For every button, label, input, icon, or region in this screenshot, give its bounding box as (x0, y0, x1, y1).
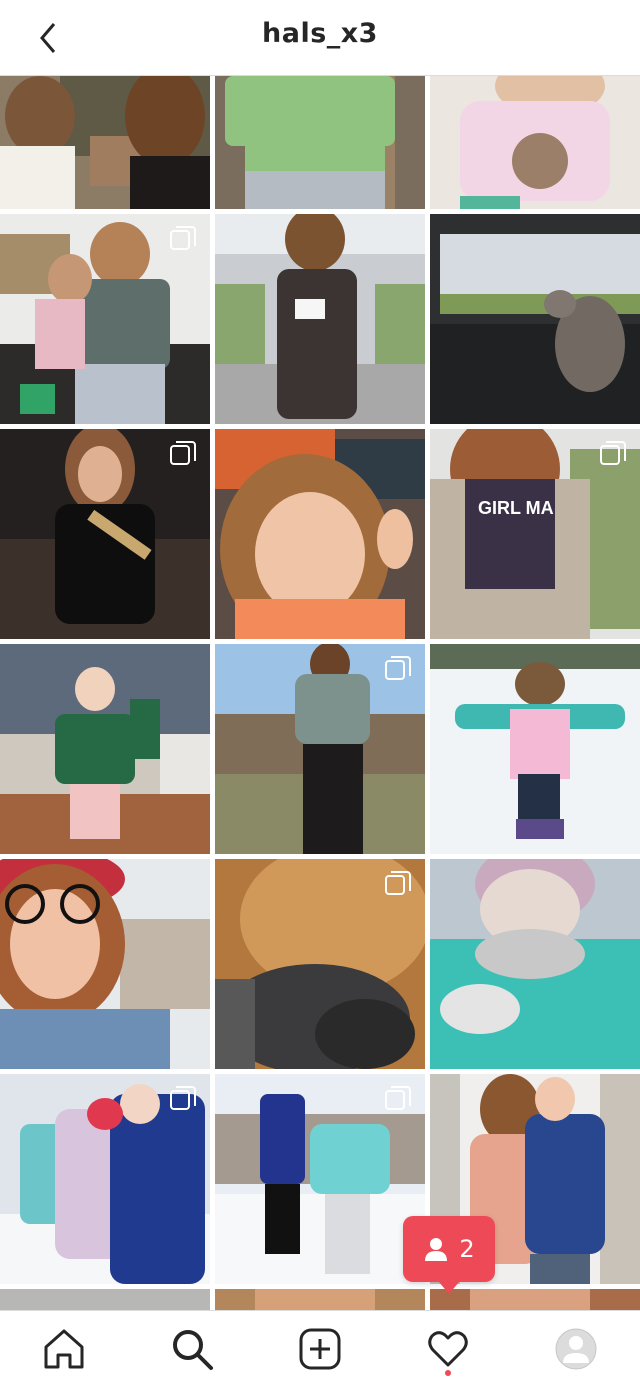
multiple-photos-icon (385, 871, 411, 895)
person-icon (425, 1238, 448, 1261)
post-thumbnail[interactable] (430, 76, 640, 209)
multiple-photos-icon (385, 656, 411, 680)
top-bar: hals_x3 (0, 0, 640, 76)
post-thumbnail[interactable] (0, 76, 210, 209)
multiple-photos-icon (170, 1086, 196, 1110)
post-thumbnail[interactable] (430, 859, 640, 1069)
post-thumbnail[interactable] (215, 76, 425, 209)
home-icon[interactable] (42, 1327, 86, 1371)
post-thumbnail[interactable] (215, 1289, 425, 1310)
follower-notification-badge[interactable]: 2 (403, 1216, 495, 1294)
post-thumbnail[interactable] (0, 214, 210, 424)
svg-text:GIRL MA: GIRL MA (478, 498, 554, 518)
post-thumbnail[interactable] (430, 214, 640, 424)
activity-indicator-dot (445, 1370, 451, 1376)
post-thumbnail[interactable] (0, 644, 210, 854)
post-thumbnail[interactable] (215, 429, 425, 639)
multiple-photos-icon (600, 441, 626, 465)
multiple-photos-icon (385, 1086, 411, 1110)
post-thumbnail[interactable] (0, 1289, 210, 1310)
post-thumbnail[interactable] (215, 859, 425, 1069)
profile-username: hals_x3 (262, 18, 378, 49)
notification-count: 2 (459, 1235, 475, 1263)
search-icon[interactable] (170, 1327, 214, 1371)
post-thumbnail[interactable] (215, 214, 425, 424)
post-thumbnail[interactable] (0, 859, 210, 1069)
post-grid: GIRL MA (0, 76, 640, 1310)
add-post-icon[interactable] (298, 1327, 342, 1371)
post-thumbnail[interactable]: GIRL MA (430, 429, 640, 639)
multiple-photos-icon (170, 226, 196, 250)
post-thumbnail[interactable] (215, 1074, 425, 1284)
profile-avatar[interactable] (554, 1327, 598, 1371)
post-thumbnail[interactable] (430, 1289, 640, 1310)
bottom-tab-bar (0, 1310, 640, 1386)
post-thumbnail[interactable] (215, 644, 425, 854)
post-thumbnail[interactable] (0, 429, 210, 639)
multiple-photos-icon (170, 441, 196, 465)
post-thumbnail[interactable] (0, 1074, 210, 1284)
post-thumbnail[interactable] (430, 644, 640, 854)
heart-icon[interactable] (426, 1327, 470, 1371)
